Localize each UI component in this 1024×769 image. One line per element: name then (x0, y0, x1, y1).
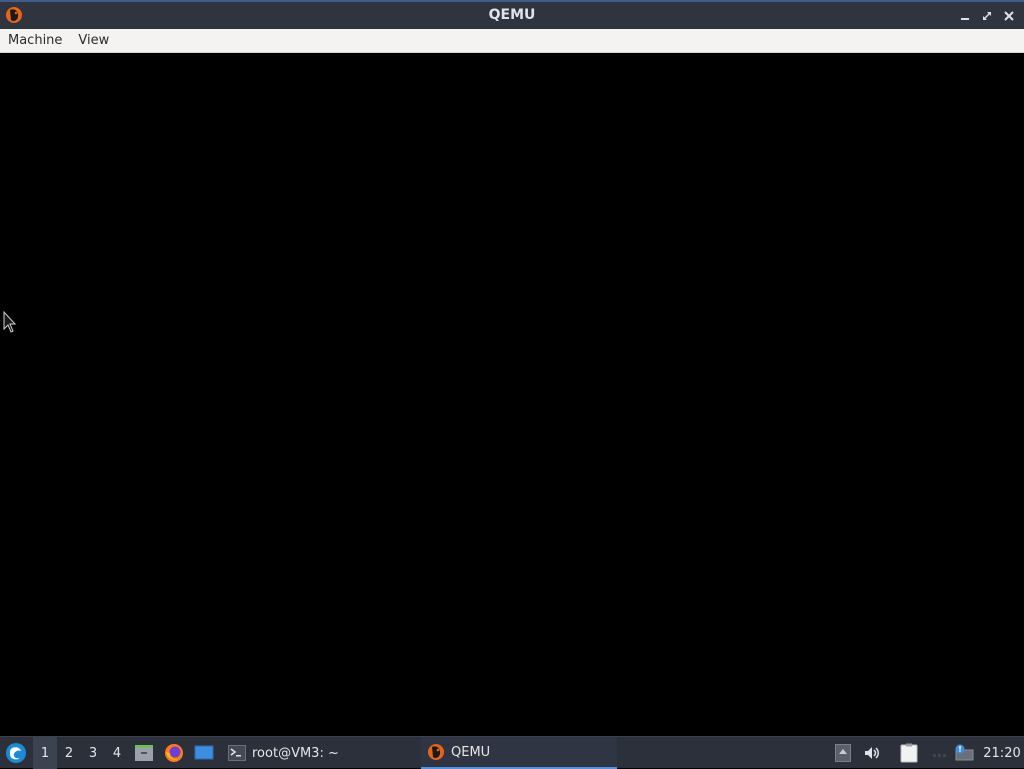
task-terminal[interactable]: root@VM3: ~ (222, 737, 418, 769)
task-qemu[interactable]: QEMU (421, 737, 617, 769)
taskbar: 1 2 3 4 root@VM3: ~ QEMU 21:20 (0, 736, 1024, 769)
update-notification-icon (955, 744, 974, 761)
menu-machine[interactable]: Machine (8, 31, 62, 50)
workspace-4[interactable]: 4 (105, 737, 129, 769)
task-qemu-label: QEMU (451, 744, 491, 760)
qemu-icon (428, 744, 444, 760)
maximize-icon (983, 12, 991, 20)
start-menu-button[interactable] (4, 737, 28, 769)
tray-expand-button[interactable] (834, 737, 852, 769)
menu-view[interactable]: View (78, 31, 109, 50)
clipboard-icon (900, 743, 918, 763)
close-button[interactable] (1000, 7, 1018, 25)
lubuntu-logo-icon (6, 743, 26, 763)
firefox-launcher[interactable] (163, 737, 185, 769)
volume-button[interactable] (862, 737, 882, 769)
minimize-icon (961, 18, 969, 20)
workspace-1[interactable]: 1 (33, 737, 57, 769)
chevron-up-icon (835, 744, 851, 762)
qemu-icon (5, 6, 23, 24)
terminal-icon (228, 745, 246, 761)
file-manager-launcher[interactable] (133, 737, 155, 769)
minimize-button[interactable] (956, 7, 974, 25)
file-manager-icon (135, 745, 153, 761)
close-icon (1004, 11, 1014, 21)
workspace-2[interactable]: 2 (57, 737, 81, 769)
clock[interactable]: 21:20 (982, 737, 1022, 769)
window-titlebar[interactable]: QEMU (0, 0, 1024, 29)
workspace-3[interactable]: 3 (81, 737, 105, 769)
maximize-button[interactable] (978, 7, 996, 25)
network-icon (933, 754, 946, 757)
mouse-cursor-icon (3, 310, 17, 337)
update-notifier-button[interactable] (952, 737, 976, 769)
clipboard-button[interactable] (898, 737, 920, 769)
show-desktop-button[interactable] (193, 737, 215, 769)
volume-icon (865, 747, 879, 759)
menubar: Machine View (0, 29, 1024, 53)
vm-display[interactable] (0, 53, 1024, 736)
task-terminal-label: root@VM3: ~ (252, 745, 339, 761)
network-button[interactable] (930, 737, 948, 769)
desktop-icon (194, 745, 214, 760)
firefox-icon (165, 744, 183, 762)
window-title: QEMU (488, 7, 536, 23)
